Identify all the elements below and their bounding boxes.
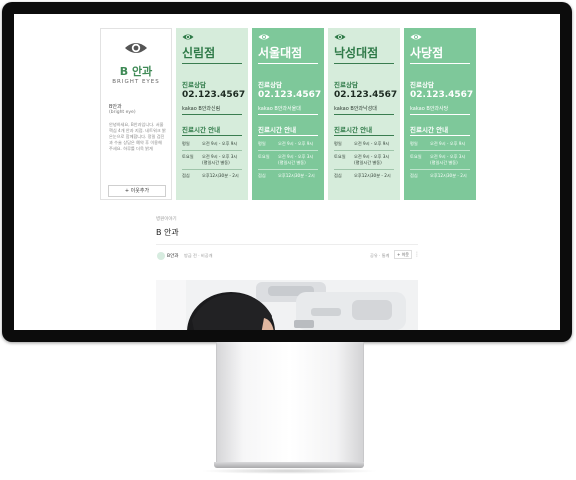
hours-label: 진료시간 안내	[334, 126, 373, 134]
post-share-stats[interactable]: 공유 · 통계	[370, 253, 389, 259]
post-time: 방금 전 · 비공개	[184, 253, 213, 258]
hours-day: 평일	[182, 141, 190, 146]
hours-day: 토요일	[334, 154, 346, 159]
screen-content: B 안과 BRIGHT EYES B안과 (bright eye) 안녕하세요,…	[14, 14, 560, 330]
hours-time: 오전 9시 - 오후 9시	[202, 141, 238, 146]
divider	[334, 114, 394, 115]
hours-day: 토요일	[182, 154, 194, 159]
hours-time: 오후12시30분 - 2시	[354, 173, 391, 178]
eye-icon	[410, 34, 422, 40]
hours-time: 오후12시30분 - 2시	[202, 173, 239, 178]
post-neighbor-button[interactable]: + 이웃	[394, 250, 412, 259]
post-photo	[156, 280, 418, 330]
hours-time: 오전 9시 - 오후 9시	[430, 141, 466, 146]
eye-exam-photo	[156, 280, 418, 330]
hours-day: 평일	[410, 141, 418, 146]
branch-card-sadang[interactable]: 사당점 진료상담 02.123.4567 kakao B안과사당 진료시간 안내…	[404, 28, 476, 200]
post-author[interactable]: B안과	[167, 253, 178, 259]
stand-shadow	[200, 468, 378, 474]
hours-day: 점심	[410, 173, 418, 178]
divider	[334, 135, 394, 136]
divider	[258, 169, 318, 170]
hours-time: 오전 9시 - 오후 3시 (평일시간 별동)	[354, 154, 390, 165]
branch-name: 사당점	[410, 46, 444, 60]
hours-time: 오전 9시 - 오후 9시	[278, 141, 314, 146]
hours-day: 점심	[182, 173, 190, 178]
divider	[258, 150, 318, 151]
divider	[258, 114, 318, 115]
divider	[410, 114, 470, 115]
kakao-id[interactable]: kakao B안과사당	[410, 105, 448, 112]
hours-day: 점심	[258, 173, 266, 178]
hours-time: 오전 9시 - 오후 9시	[354, 141, 390, 146]
divider	[410, 150, 470, 151]
hours-day: 토요일	[258, 154, 270, 159]
divider	[182, 169, 242, 170]
eye-icon	[334, 34, 346, 40]
phone-number[interactable]: 02.123.4567	[410, 90, 473, 100]
divider	[334, 150, 394, 151]
divider	[410, 63, 470, 64]
divider	[182, 150, 242, 151]
branch-name: 신림점	[182, 46, 216, 60]
hours-label: 진료시간 안내	[182, 126, 221, 134]
divider	[258, 63, 318, 64]
hours-time: 오전 9시 - 오후 3시 (평일시간 별동)	[278, 154, 314, 165]
divider	[182, 114, 242, 115]
kakao-id[interactable]: kakao B안과신림	[182, 105, 220, 112]
consult-label: 진료상담	[258, 81, 282, 89]
add-neighbor-button[interactable]: + 이웃추가	[108, 185, 166, 197]
blog-description: 안녕하세요, B안과입니다. 서울 핵심 4개 안과 지점. 네트워크 밝은눈으…	[109, 122, 166, 151]
post-title: B 안과	[156, 228, 179, 237]
hours-time: 오후12시30분 - 2시	[430, 173, 467, 178]
hours-label: 진료시간 안내	[258, 126, 297, 134]
brand-english: BRIGHT EYES	[112, 79, 160, 85]
kakao-id[interactable]: kakao B안과서울대	[258, 105, 301, 112]
phone-number[interactable]: 02.123.4567	[182, 90, 245, 100]
divider	[258, 135, 318, 136]
branch-card-sillim[interactable]: 신림점 진료상담 02.123.4567 kakao B안과신림 진료시간 안내…	[176, 28, 248, 200]
hours-label: 진료시간 안내	[410, 126, 449, 134]
hours-time: 오전 9시 - 오후 3시 (평일시간 별동)	[202, 154, 238, 165]
hours-day: 평일	[258, 141, 266, 146]
consult-label: 진료상담	[334, 81, 358, 89]
monitor-stand	[216, 342, 364, 466]
branch-name: 서울대점	[258, 46, 303, 60]
phone-number[interactable]: 02.123.4567	[334, 90, 397, 100]
divider	[182, 135, 242, 136]
branch-card-nakseongdae[interactable]: 낙성대점 진료상담 02.123.4567 kakao B안과낙성대 진료시간 …	[328, 28, 400, 200]
divider	[182, 63, 242, 64]
hours-day: 평일	[334, 141, 342, 146]
blog-id: (bright eye)	[109, 110, 136, 115]
eye-icon	[258, 34, 270, 40]
hours-time: 오후12시30분 - 2시	[278, 173, 315, 178]
phone-number[interactable]: 02.123.4567	[258, 90, 321, 100]
divider	[334, 63, 394, 64]
divider	[410, 169, 470, 170]
brand-title: B 안과	[119, 65, 153, 78]
blog-profile-card: B 안과 BRIGHT EYES B안과 (bright eye) 안녕하세요,…	[100, 28, 172, 200]
hours-day: 토요일	[410, 154, 422, 159]
divider	[156, 244, 418, 245]
hours-time: 오전 9시 - 오후 3시 (평일시간 별동)	[430, 154, 466, 165]
consult-label: 진료상담	[182, 81, 206, 89]
branch-name: 낙성대점	[334, 46, 379, 60]
hours-day: 점심	[334, 173, 342, 178]
blog-name: B안과	[109, 104, 122, 110]
eye-icon	[182, 34, 194, 40]
more-options-icon[interactable]: ⋮	[414, 251, 420, 258]
avatar[interactable]	[157, 252, 165, 260]
divider	[334, 169, 394, 170]
consult-label: 진료상담	[410, 81, 434, 89]
kakao-id[interactable]: kakao B안과낙성대	[334, 105, 377, 112]
branch-card-seouldae[interactable]: 서울대점 진료상담 02.123.4567 kakao B안과서울대 진료시간 …	[252, 28, 324, 200]
eye-icon	[125, 43, 147, 53]
divider	[410, 135, 470, 136]
post-category[interactable]: 병원이야기	[156, 216, 177, 222]
